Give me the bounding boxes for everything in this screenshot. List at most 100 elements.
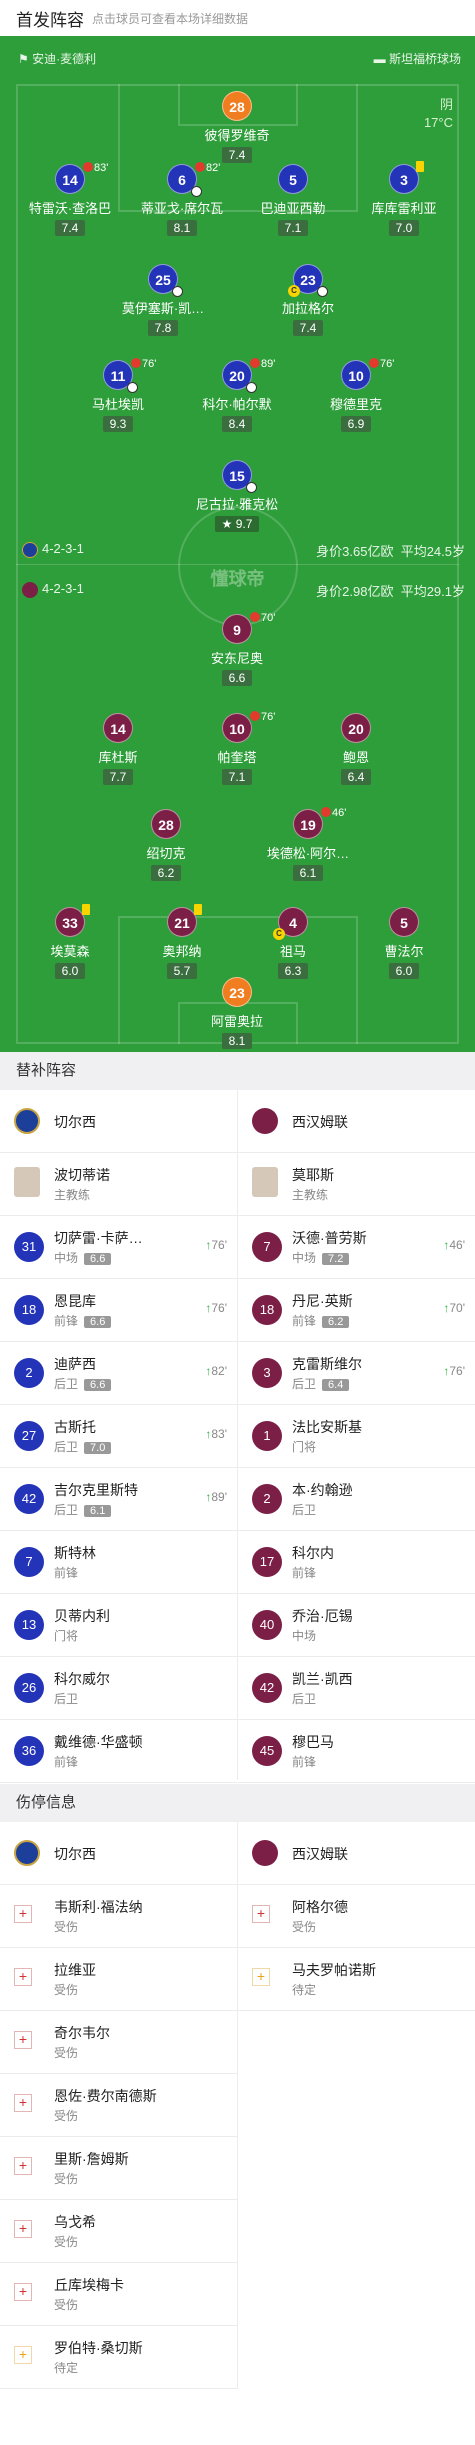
minute: 76': [211, 1301, 227, 1315]
player-away-9[interactable]: 9 70' 安东尼奥 6.6: [182, 612, 292, 687]
sub-number: 7: [252, 1232, 282, 1262]
team-name: 西汉姆联: [292, 1846, 348, 1862]
list-item[interactable]: 1 法比安斯基 门将: [238, 1405, 475, 1468]
player-name: 埃德松·阿尔…: [266, 846, 350, 861]
player-away-23[interactable]: 23 阿雷奥拉 8.1: [182, 977, 292, 1050]
player-home-3[interactable]: 3 库库雷利亚 7.0: [349, 161, 459, 237]
injured-player-name: 罗伯特·桑切斯: [54, 2340, 143, 2356]
away-team-row: 西汉姆联: [238, 1090, 475, 1153]
player-away-14[interactable]: 14 库杜斯 7.7: [63, 713, 173, 786]
doubtful-cross-icon: +: [252, 1968, 270, 1986]
list-item[interactable]: + 韦斯利·福法纳 受伤: [0, 1885, 237, 1948]
player-name: 鲍恩: [342, 750, 369, 765]
minute: 89': [211, 1490, 227, 1504]
captain-icon: C: [288, 285, 300, 297]
list-item[interactable]: 36 戴维德·华盛顿 前锋: [0, 1720, 237, 1783]
position: 后卫: [292, 1377, 317, 1391]
player-home-5[interactable]: 5 巴迪亚西勒 7.1: [238, 164, 348, 237]
list-item[interactable]: 2 本·约翰逊 后卫: [238, 1468, 475, 1531]
list-item[interactable]: + 恩佐·费尔南德斯 受伤: [0, 2074, 237, 2137]
sub-name: 戴维德·华盛顿: [54, 1734, 143, 1750]
list-item[interactable]: 27 古斯托 后卫 7.0 ↑83': [0, 1405, 237, 1468]
sub-name: 恩昆库: [54, 1293, 96, 1309]
shirt-number: 23: [229, 985, 245, 1001]
home-value: 身价3.65亿欧: [316, 544, 394, 559]
shirt-number: 4: [289, 915, 297, 931]
list-item[interactable]: 13 贝蒂内利 门将: [0, 1594, 237, 1657]
sub-off-event: 70': [250, 612, 275, 624]
player-away-4[interactable]: 4C 祖马 6.3: [238, 907, 348, 980]
sub-name: 科尔内: [292, 1545, 334, 1561]
player-name: 巴迪亚西勒: [260, 201, 326, 216]
doubtful-cross-icon: +: [14, 2346, 32, 2364]
player-rating: 7.1: [277, 220, 309, 236]
list-item[interactable]: + 里斯·詹姆斯 受伤: [0, 2137, 237, 2200]
player-home-11[interactable]: 11 76' 马杜埃凯 9.3: [63, 358, 173, 433]
shirt-number: 10: [229, 721, 245, 737]
list-item[interactable]: + 奇尔韦尔 受伤: [0, 2011, 237, 2074]
list-item[interactable]: 26 科尔威尔 后卫: [0, 1657, 237, 1720]
list-item[interactable]: 18 丹尼·英斯 前锋 6.2 ↑70': [238, 1279, 475, 1342]
sub-number: 40: [252, 1610, 282, 1640]
referee: ⚑ 安迪·麦德利: [18, 52, 97, 66]
player-home-6[interactable]: 6 82' 蒂亚戈·席尔瓦 8.1: [127, 162, 237, 237]
player-name: 祖马: [279, 944, 306, 959]
list-item[interactable]: 45 穆巴马 前锋: [238, 1720, 475, 1783]
player-name: 埃莫森: [50, 944, 90, 959]
chelsea-logo-icon: [22, 542, 38, 558]
player-away-5[interactable]: 5 曹法尔 6.0: [349, 907, 459, 980]
player-rating: 7.7: [102, 769, 134, 785]
injury-cross-icon: +: [14, 2031, 32, 2049]
player-home-23[interactable]: 23 C 加拉格尔 7.4: [253, 264, 363, 337]
coach-name: 波切蒂诺: [54, 1167, 110, 1183]
list-item[interactable]: 18 恩昆库 前锋 6.6 ↑76': [0, 1279, 237, 1342]
list-item[interactable]: 31 切萨雷·卡萨… 中场 6.6 ↑76': [0, 1216, 237, 1279]
list-item[interactable]: 2 迪萨西 后卫 6.6 ↑82': [0, 1342, 237, 1405]
player-home-28[interactable]: 28 彼得罗维奇 7.4: [182, 91, 292, 164]
list-item[interactable]: 17 科尔内 前锋: [238, 1531, 475, 1594]
venue-bar: ⚑ 安迪·麦德利 ▬ 斯坦福桥球场: [0, 46, 475, 70]
away-value-age: 身价2.98亿欧 平均29.1岁: [316, 581, 465, 600]
list-item[interactable]: 40 乔治·厄锡 中场: [238, 1594, 475, 1657]
shirt-number: 28: [222, 91, 252, 121]
page-subtitle: 点击球员可查看本场详细数据: [92, 11, 249, 26]
away-coach-row[interactable]: 莫耶斯 主教练: [238, 1153, 475, 1216]
player-name: 彼得罗维奇: [204, 128, 270, 143]
list-item[interactable]: 42 吉尔克里斯特 后卫 6.1 ↑89': [0, 1468, 237, 1531]
player-away-21[interactable]: 21 奥邦纳 5.7: [127, 904, 237, 980]
player-away-10[interactable]: 10 76' 帕奎塔 7.1: [182, 711, 292, 786]
sub-position: 后卫: [54, 1692, 79, 1706]
player-away-20[interactable]: 20 鲍恩 6.4: [301, 713, 411, 786]
player-away-33[interactable]: 33 埃莫森 6.0: [15, 904, 125, 980]
list-item[interactable]: + 丘库埃梅卡 受伤: [0, 2263, 237, 2326]
list-item[interactable]: 42 凯兰·凯西 后卫: [238, 1657, 475, 1720]
player-home-15[interactable]: 15 尼古拉·雅克松 ★ 9.7: [182, 460, 292, 533]
sub-rating: 6.4: [322, 1379, 350, 1391]
player-away-19[interactable]: 19 46' 埃德松·阿尔… 6.1: [253, 807, 363, 882]
list-item[interactable]: + 乌戈希 受伤: [0, 2200, 237, 2263]
list-item[interactable]: + 拉维亚 受伤: [0, 1948, 237, 2011]
sub-rating: 7.2: [322, 1253, 350, 1265]
list-item[interactable]: 7 斯特林 前锋: [0, 1531, 237, 1594]
home-coach-row[interactable]: 波切蒂诺 主教练: [0, 1153, 237, 1216]
list-item[interactable]: + 马夫罗帕诺斯 待定: [238, 1948, 475, 2011]
list-item[interactable]: 7 沃德·普劳斯 中场 7.2 ↑46': [238, 1216, 475, 1279]
player-away-28[interactable]: 28 绍切克 6.2: [111, 809, 221, 882]
list-item[interactable]: + 罗伯特·桑切斯 待定: [0, 2326, 237, 2389]
list-item[interactable]: 3 克雷斯维尔 后卫 6.4 ↑76': [238, 1342, 475, 1405]
minute: 46': [449, 1238, 465, 1252]
injury-status: 受伤: [54, 1983, 79, 1997]
player-rating: 8.4: [221, 416, 253, 432]
player-home-14[interactable]: 14 83' 特雷沃·查洛巴 7.4: [15, 162, 125, 237]
event-minute: 89': [261, 358, 276, 370]
player-home-20[interactable]: 20 89' 科尔·帕尔默 8.4: [182, 358, 292, 433]
player-home-25[interactable]: 25 莫伊塞斯·凯… 7.8: [108, 264, 218, 337]
player-name: 安东尼奥: [210, 651, 263, 666]
sub-number: 2: [252, 1484, 282, 1514]
player-home-10[interactable]: 10 76' 穆德里克 6.9: [301, 358, 411, 433]
sub-name: 沃德·普劳斯: [292, 1230, 367, 1246]
injury-cross-icon: +: [14, 1968, 32, 1986]
list-item[interactable]: + 阿格尔德 受伤: [238, 1885, 475, 1948]
event-minute: 76': [380, 358, 395, 370]
position: 前锋: [54, 1314, 79, 1328]
